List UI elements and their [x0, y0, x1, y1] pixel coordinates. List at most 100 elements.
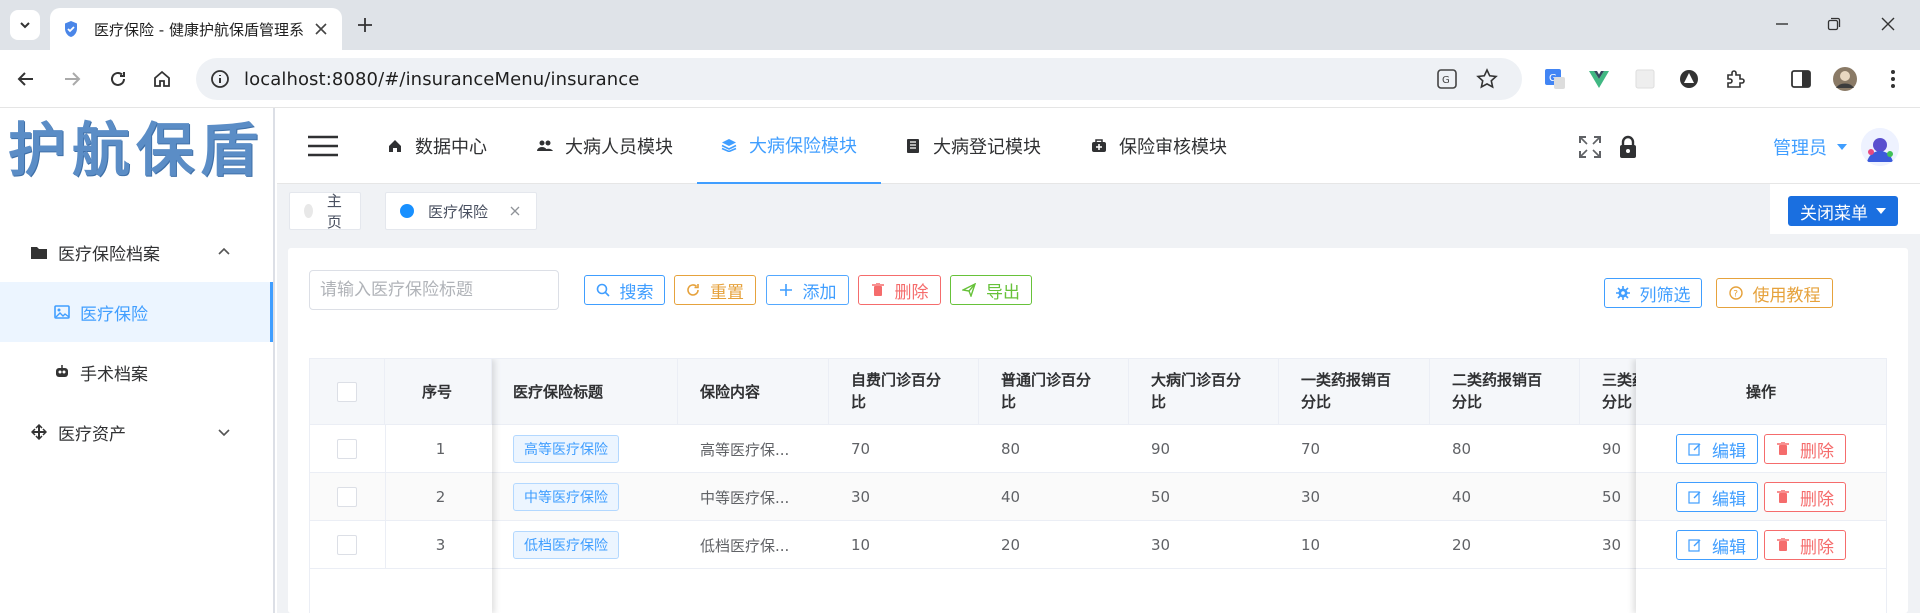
- row-delete-button[interactable]: 删除: [1764, 482, 1846, 512]
- profile-avatar[interactable]: [1832, 66, 1858, 92]
- column-header-content: 保险内容: [700, 383, 761, 401]
- app-root: 护航保盾 医疗保险档案 医疗保险 手术档案 医疗资产 数据中心 大病人员模块 大…: [0, 108, 1920, 613]
- fullscreen-icon[interactable]: [1577, 134, 1603, 160]
- nav-tab-registration[interactable]: 大病登记模块: [881, 108, 1065, 184]
- fixed-left-row: [310, 473, 492, 521]
- tab-search-button[interactable]: [10, 10, 40, 40]
- user-name: 管理员: [1773, 138, 1827, 159]
- new-tab-button[interactable]: [354, 14, 376, 36]
- header-line: 一类药报销百: [1301, 371, 1392, 389]
- site-info-icon[interactable]: [210, 69, 230, 89]
- extension-icon[interactable]: [1676, 66, 1702, 92]
- add-button[interactable]: 添加: [766, 275, 849, 305]
- button-label: 添加: [802, 282, 837, 303]
- column-filter-button[interactable]: 列筛选: [1604, 278, 1702, 308]
- nav-tab-patients[interactable]: 大病人员模块: [513, 108, 697, 184]
- fixed-left-row: [310, 521, 492, 569]
- cell-c2: 80: [1001, 440, 1021, 458]
- side-panel-icon[interactable]: [1788, 66, 1814, 92]
- close-tag-icon[interactable]: [510, 206, 520, 216]
- header-line: 分比: [1452, 393, 1483, 411]
- vue-devtools-extension-icon[interactable]: [1586, 66, 1612, 92]
- lock-icon[interactable]: [1615, 134, 1641, 160]
- edit-button[interactable]: 编辑: [1676, 434, 1758, 464]
- cell-c4: 10: [1301, 536, 1321, 554]
- sidebar-item-insurance-archive[interactable]: 医疗保险档案: [0, 222, 273, 282]
- address-bar[interactable]: localhost:8080/#/insuranceMenu/insurance…: [196, 58, 1522, 100]
- tag-home[interactable]: 主页: [289, 192, 361, 231]
- button-label: 重置: [710, 282, 744, 303]
- back-button[interactable]: [14, 67, 38, 91]
- user-dropdown[interactable]: 管理员: [1773, 134, 1847, 160]
- caret-down-icon: [1876, 208, 1886, 214]
- google-translate-extension-icon[interactable]: G: [1542, 66, 1568, 92]
- header-line: 比: [851, 393, 867, 411]
- row-checkbox[interactable]: [337, 535, 357, 555]
- edit-icon: [1688, 442, 1702, 456]
- button-label: 删除: [1800, 441, 1834, 462]
- search-input[interactable]: [309, 270, 559, 310]
- search-button[interactable]: 搜索: [584, 275, 665, 305]
- send-icon: [962, 283, 976, 297]
- row-checkbox[interactable]: [337, 487, 357, 507]
- cell-c5: 20: [1452, 536, 1472, 554]
- nav-tab-label: 数据中心: [415, 137, 487, 158]
- trash-icon: [1776, 442, 1790, 456]
- cell-c1: 10: [851, 536, 871, 554]
- sidebar-item-medical-insurance[interactable]: 医疗保险: [0, 282, 273, 342]
- cell-c6: 30: [1602, 536, 1622, 554]
- column-header-title: 医疗保险标题: [513, 383, 604, 401]
- close-tab-icon[interactable]: [312, 20, 330, 38]
- header-line: 比: [1001, 393, 1017, 411]
- edit-button[interactable]: 编辑: [1676, 530, 1758, 560]
- avatar[interactable]: [1861, 128, 1899, 166]
- puzzle-extensions-icon[interactable]: [1722, 66, 1748, 92]
- sidebar-item-surgery-archive[interactable]: 手术档案: [0, 342, 273, 402]
- svg-text:G: G: [1442, 75, 1450, 86]
- nav-tab-data-center[interactable]: 数据中心: [363, 108, 511, 184]
- maximize-window-button[interactable]: [1822, 12, 1846, 36]
- ops-header-cell: 操作: [1636, 359, 1886, 425]
- app-logo: 护航保盾: [8, 116, 265, 184]
- nav-tab-audit[interactable]: 保险审核模块: [1067, 108, 1251, 184]
- browser-toolbar: localhost:8080/#/insuranceMenu/insurance…: [0, 50, 1920, 108]
- blank-extension-icon[interactable]: [1632, 66, 1658, 92]
- nav-tab-insurance[interactable]: 大病保险模块: [697, 108, 881, 184]
- plus-icon: [779, 283, 793, 297]
- star-icon[interactable]: [1476, 68, 1498, 90]
- sidebar-item-medical-assets[interactable]: 医疗资产: [0, 402, 273, 462]
- more-menu-icon[interactable]: [1880, 66, 1906, 92]
- tutorial-button[interactable]: ? 使用教程: [1716, 278, 1833, 308]
- row-delete-button[interactable]: 删除: [1764, 434, 1846, 464]
- column-header-class1-drug: 一类药报销百 分比: [1301, 369, 1391, 413]
- arrow-right-icon: [65, 72, 81, 86]
- minimize-window-button[interactable]: [1770, 12, 1794, 36]
- forward-button[interactable]: [60, 67, 84, 91]
- move-icon: [30, 423, 48, 441]
- delete-button[interactable]: 删除: [858, 275, 941, 305]
- sidebar-toggle-button[interactable]: [307, 134, 339, 158]
- refresh-icon: [686, 283, 700, 297]
- home-button[interactable]: [150, 67, 174, 91]
- home-icon: [154, 70, 170, 87]
- header-line: 分比: [1301, 393, 1332, 411]
- close-window-button[interactable]: [1876, 12, 1900, 36]
- reload-button[interactable]: [106, 67, 130, 91]
- translate-icon[interactable]: G: [1436, 68, 1458, 90]
- browser-tab[interactable]: 医疗保险 - 健康护航保盾管理系: [50, 8, 342, 50]
- fixed-left-columns: [310, 359, 492, 613]
- header-line: 自费门诊百分: [851, 371, 942, 389]
- fixed-left-row: [310, 425, 492, 473]
- reset-button[interactable]: 重置: [674, 275, 756, 305]
- cell-c6: 50: [1602, 488, 1622, 506]
- close-menu-button[interactable]: 关闭菜单: [1788, 196, 1898, 226]
- tag-medical-insurance[interactable]: 医疗保险: [385, 192, 537, 230]
- sidebar-item-label: 医疗保险档案: [58, 244, 160, 265]
- button-label: 编辑: [1712, 537, 1746, 558]
- cell-content: 高等医疗保...: [700, 440, 790, 459]
- edit-button[interactable]: 编辑: [1676, 482, 1758, 512]
- minimize-icon: [1776, 23, 1788, 25]
- export-button[interactable]: 导出: [950, 275, 1032, 305]
- row-delete-button[interactable]: 删除: [1764, 530, 1846, 560]
- row-checkbox[interactable]: [337, 439, 357, 459]
